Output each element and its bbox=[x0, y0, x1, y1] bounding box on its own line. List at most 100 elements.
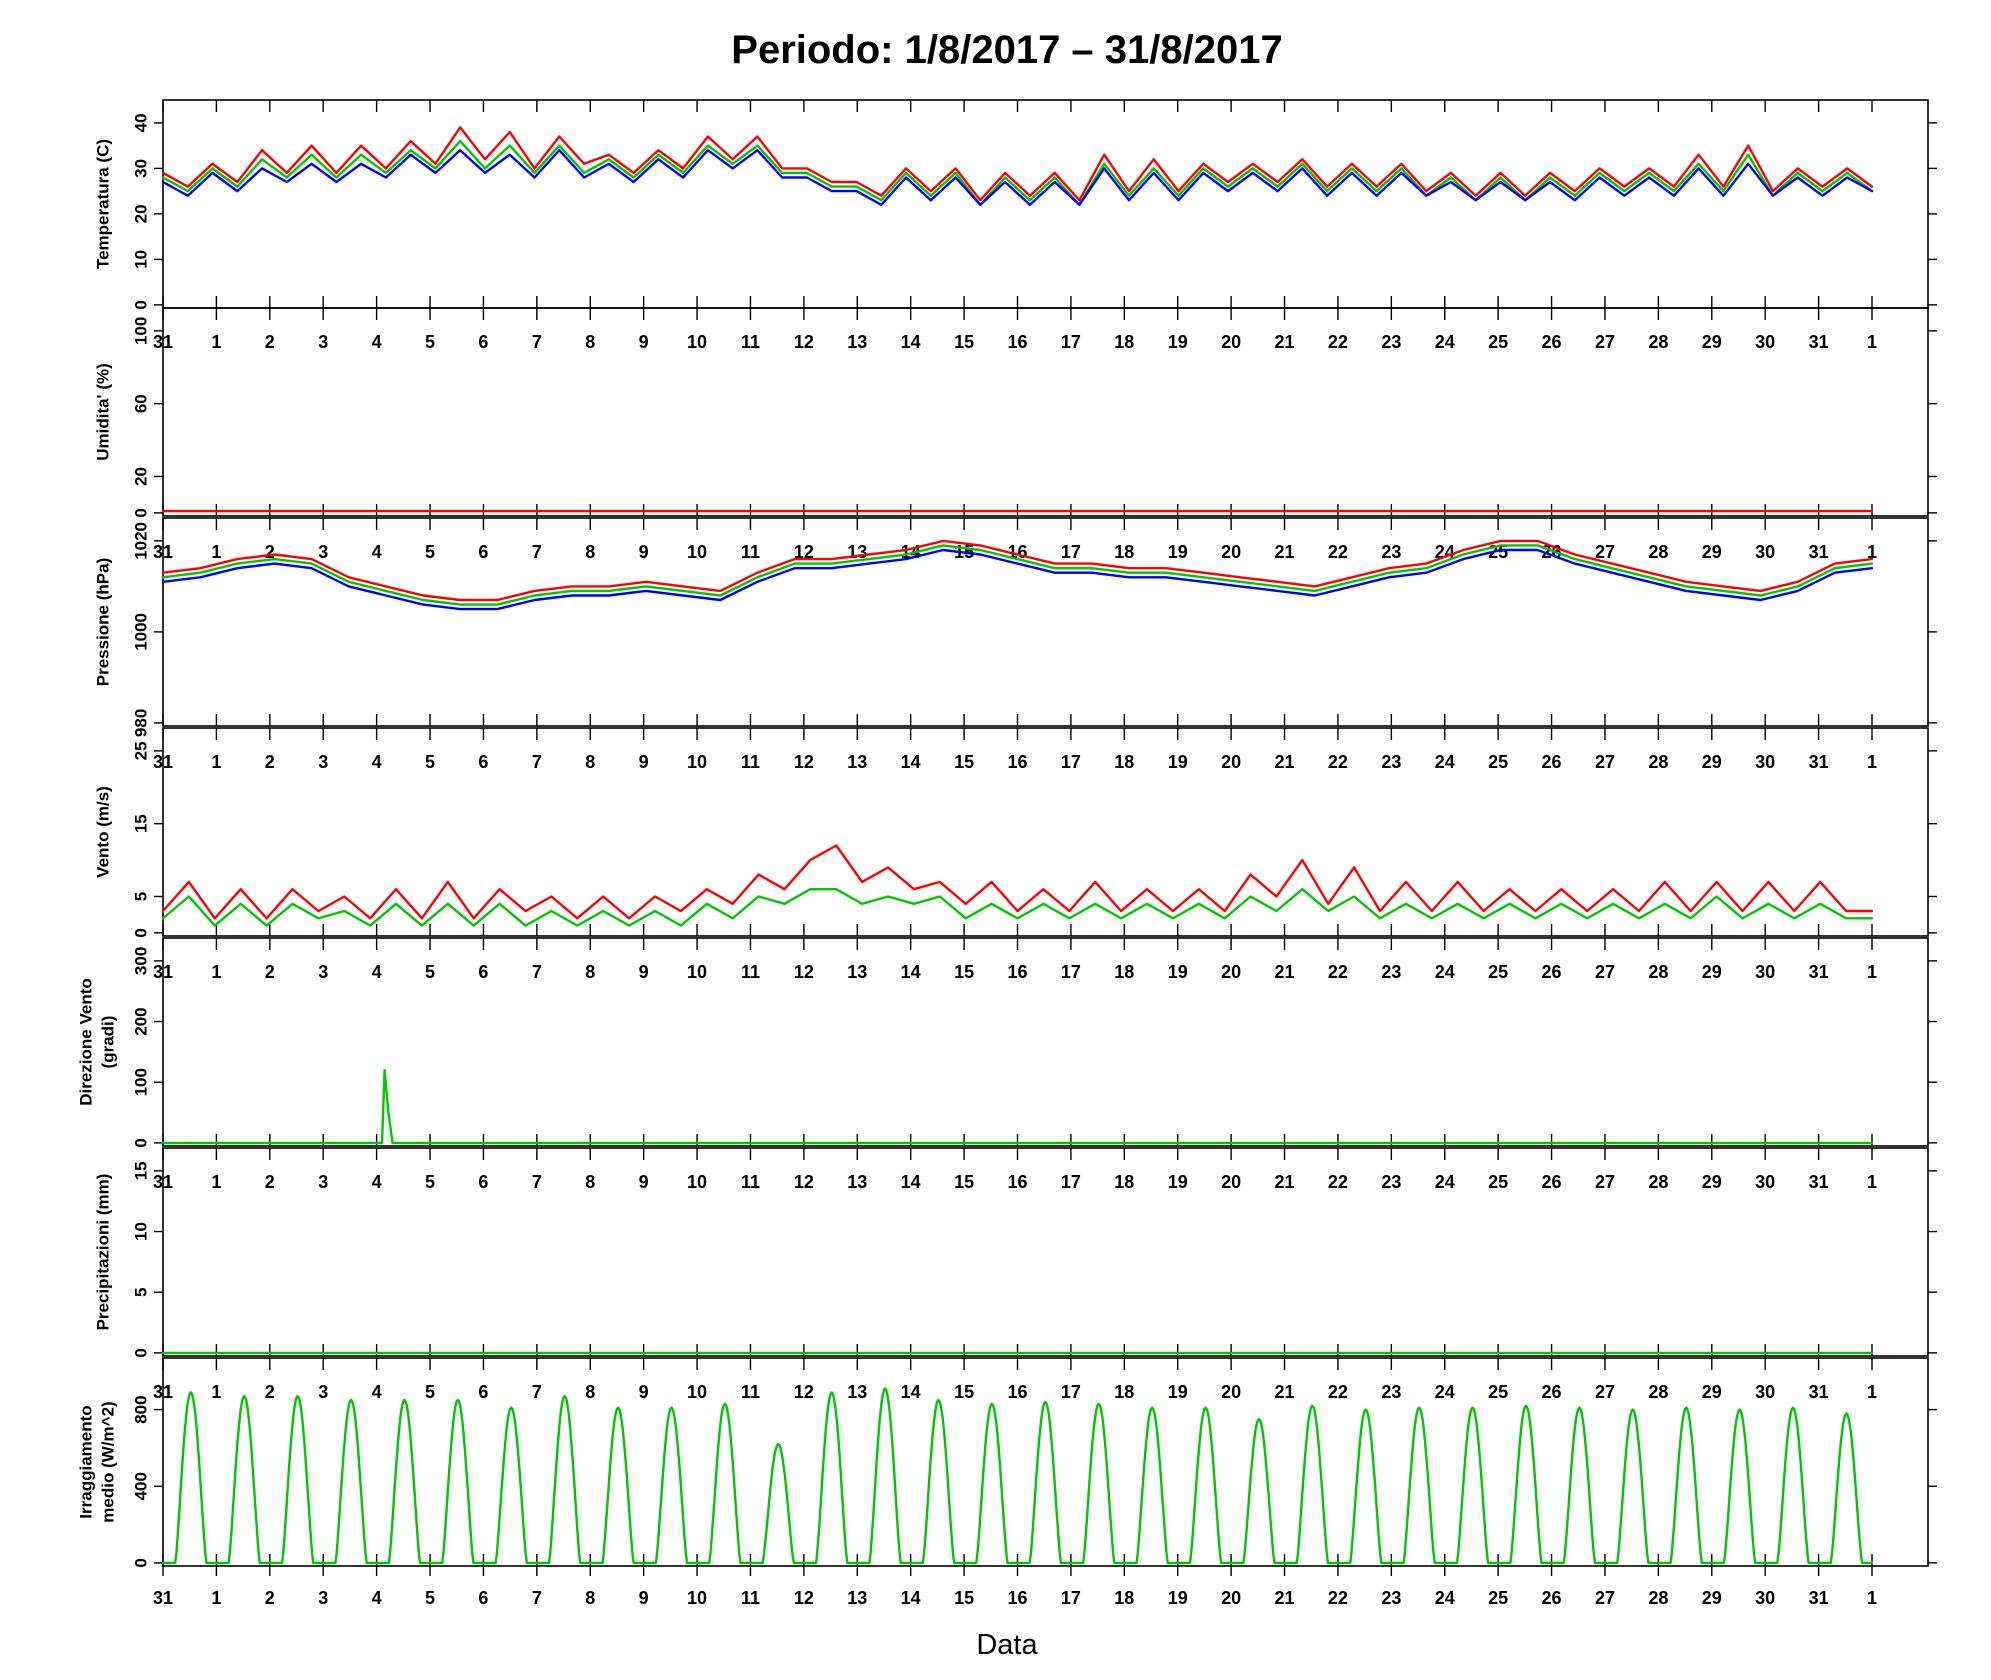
x-tick-label: 6 bbox=[478, 542, 488, 562]
x-tick-label-bottom: 21 bbox=[1275, 1588, 1295, 1608]
x-tick-label: 27 bbox=[1595, 1172, 1615, 1192]
x-tick-label: 18 bbox=[1114, 962, 1134, 982]
x-tick-label-bottom: 24 bbox=[1435, 1588, 1455, 1608]
x-tick-label: 25 bbox=[1488, 1382, 1508, 1402]
x-tick-label-bottom: 7 bbox=[532, 1588, 542, 1608]
x-tick-label: 31 bbox=[1809, 752, 1829, 772]
x-tick-label-bottom: 16 bbox=[1007, 1588, 1027, 1608]
x-tick-label: 1 bbox=[211, 962, 221, 982]
x-tick-label: 21 bbox=[1275, 752, 1295, 772]
panel-precipitazioni: 051015Precipitazioni (mm) 31 1 2 3 4 5 6 7 8 9 10 11… bbox=[94, 1147, 1937, 1358]
x-tick-label: 21 bbox=[1275, 1172, 1295, 1192]
x-tick-label: 31 bbox=[1809, 1172, 1829, 1192]
x-tick-label: 26 bbox=[1542, 332, 1562, 352]
x-tick-label: 16 bbox=[1007, 1382, 1027, 1402]
x-tick-label: 3 bbox=[318, 962, 328, 982]
x-tick-label: 1 bbox=[1867, 1172, 1877, 1192]
x-tick-label: 10 bbox=[687, 1172, 707, 1192]
x-tick-label: 23 bbox=[1381, 962, 1401, 982]
x-tick-label: 5 bbox=[425, 962, 435, 982]
x-tick-label: 31 bbox=[1809, 1382, 1829, 1402]
x-tick-label: 22 bbox=[1328, 962, 1348, 982]
x-tick-label-bottom: 28 bbox=[1648, 1588, 1668, 1608]
y-tick-label: 0 bbox=[132, 508, 151, 517]
x-tick-label: 14 bbox=[901, 1382, 921, 1402]
x-tick-label: 23 bbox=[1381, 1172, 1401, 1192]
x-tick-label: 17 bbox=[1061, 1382, 1081, 1402]
x-tick-label-bottom: 22 bbox=[1328, 1588, 1348, 1608]
x-tick-label: 1 bbox=[211, 1172, 221, 1192]
y-axis-label: Pressione (hPa) bbox=[94, 558, 113, 687]
x-tick-label: 7 bbox=[532, 1382, 542, 1402]
x-tick-label: 5 bbox=[425, 332, 435, 352]
x-tick-label: 11 bbox=[741, 1172, 760, 1192]
x-tick-label: 29 bbox=[1702, 1172, 1722, 1192]
series-temperatura-blue bbox=[161, 149, 1874, 206]
x-tick-label: 7 bbox=[532, 962, 542, 982]
x-tick-label-bottom: 29 bbox=[1702, 1588, 1722, 1608]
x-tick-label: 29 bbox=[1702, 962, 1722, 982]
x-tick-label: 31 bbox=[1809, 332, 1829, 352]
x-tick-label: 3 bbox=[318, 332, 328, 352]
x-tick-label: 1 bbox=[1867, 962, 1877, 982]
y-tick-label: 980 bbox=[132, 709, 151, 737]
x-tick-label: 26 bbox=[1542, 1382, 1562, 1402]
x-tick-label-bottom: 31 bbox=[153, 1588, 173, 1608]
x-tick-label: 1 bbox=[211, 542, 221, 562]
x-tick-label: 2 bbox=[265, 332, 275, 352]
x-tick-label-bottom: 8 bbox=[585, 1588, 595, 1608]
y-axis-label: medio (W/m^2) bbox=[99, 1401, 118, 1522]
x-tick-label: 22 bbox=[1328, 1172, 1348, 1192]
x-axis-label: Data bbox=[976, 1629, 1038, 1661]
x-tick-label: 7 bbox=[532, 752, 542, 772]
x-tick-label: 9 bbox=[639, 332, 649, 352]
y-axis-label: Precipitazioni (mm) bbox=[94, 1174, 113, 1331]
panel-umidita: 02060100Umidita' (%)31 1 2 3 4 5 6 7 8 9 10 11 12 13 1… bbox=[94, 307, 1937, 518]
x-tick-label: 1 bbox=[211, 752, 221, 772]
chart-panels: 010203040Temperatura (C)02060100Umidita'… bbox=[77, 99, 1937, 1608]
x-tick-label: 31 bbox=[153, 752, 173, 772]
x-tick-label: 7 bbox=[532, 332, 542, 352]
x-tick-label: 13 bbox=[847, 962, 867, 982]
x-tick-label: 6 bbox=[478, 1172, 488, 1192]
x-tick-label-bottom: 1 bbox=[211, 1588, 221, 1608]
x-tick-label: 11 bbox=[741, 332, 760, 352]
x-tick-label: 25 bbox=[1488, 962, 1508, 982]
x-tick-label: 8 bbox=[585, 752, 595, 772]
x-tick-label: 14 bbox=[901, 332, 921, 352]
x-tick-label: 16 bbox=[1007, 752, 1027, 772]
x-tick-label-bottom: 6 bbox=[478, 1588, 488, 1608]
y-tick-label: 60 bbox=[132, 394, 151, 413]
x-tick-label: 28 bbox=[1648, 332, 1668, 352]
x-tick-label: 24 bbox=[1435, 332, 1455, 352]
x-tick-label: 27 bbox=[1595, 1382, 1615, 1402]
x-tick-label: 1 bbox=[211, 332, 221, 352]
x-tick-label: 21 bbox=[1275, 1382, 1295, 1402]
x-tick-label: 23 bbox=[1381, 332, 1401, 352]
x-tick-label-bottom: 26 bbox=[1542, 1588, 1562, 1608]
x-tick-label: 26 bbox=[1542, 1172, 1562, 1192]
x-tick-label: 28 bbox=[1648, 542, 1668, 562]
x-tick-label-bottom: 25 bbox=[1488, 1588, 1508, 1608]
x-tick-label: 28 bbox=[1648, 1382, 1668, 1402]
panel-frame bbox=[162, 99, 1929, 309]
x-tick-label: 28 bbox=[1648, 1172, 1668, 1192]
series-vento-red bbox=[161, 844, 1874, 920]
x-tick-label: 31 bbox=[153, 1382, 173, 1402]
x-tick-label: 10 bbox=[687, 1382, 707, 1402]
x-tick-label: 29 bbox=[1702, 542, 1722, 562]
x-tick-label: 23 bbox=[1381, 542, 1401, 562]
x-tick-label: 21 bbox=[1275, 962, 1295, 982]
x-tick-label: 8 bbox=[585, 1172, 595, 1192]
series-direzione-green bbox=[161, 1068, 1874, 1145]
x-tick-label: 20 bbox=[1221, 542, 1241, 562]
x-tick-label: 10 bbox=[687, 752, 707, 772]
y-tick-label: 0 bbox=[132, 300, 151, 309]
y-tick-label: 1020 bbox=[132, 522, 151, 560]
x-tick-label: 13 bbox=[847, 752, 867, 772]
x-tick-label-bottom: 18 bbox=[1114, 1588, 1134, 1608]
panel-direzione: 0100200300Direzione Vento (gradi)31 1 2 3 4 5 6… bbox=[77, 937, 1937, 1148]
x-tick-label: 4 bbox=[372, 1382, 382, 1402]
x-tick-label-bottom: 31 bbox=[1809, 1588, 1829, 1608]
y-tick-label: 10 bbox=[132, 1222, 151, 1241]
